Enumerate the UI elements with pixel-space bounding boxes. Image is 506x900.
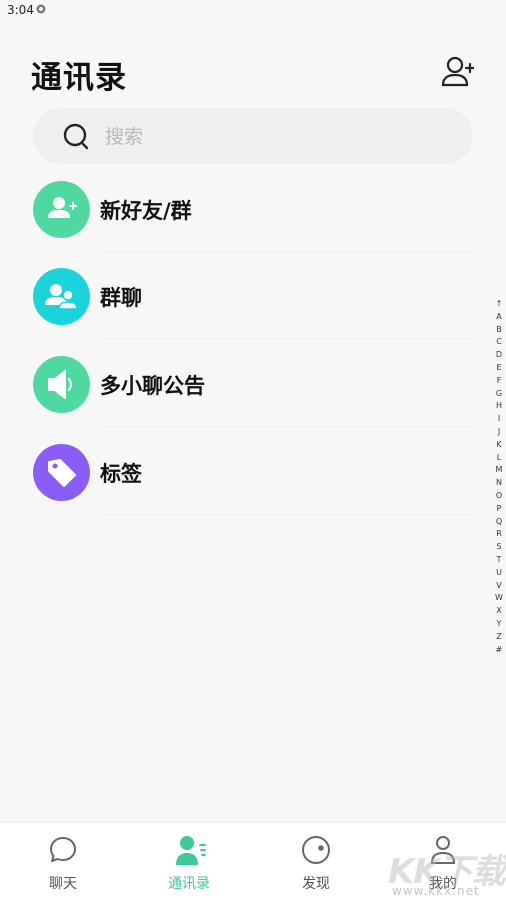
tag-icon: [48, 459, 76, 487]
alpha-index-letter[interactable]: X: [492, 605, 506, 618]
menu-item-new-friends[interactable]: 新好友/群: [0, 181, 480, 269]
chat-bubble-icon: [50, 837, 76, 862]
menu-item-tags[interactable]: 标签: [0, 444, 480, 532]
alphabet-index[interactable]: ↑ A B C D E F G H I J K L M N O P Q R S T U V W X Y Z #: [492, 298, 506, 656]
alpha-index-letter[interactable]: B: [492, 324, 506, 337]
menu-item-group-chats[interactable]: 群聊: [0, 268, 480, 356]
alpha-index-letter[interactable]: M: [492, 464, 506, 477]
tab-label: 我的: [429, 876, 457, 892]
menu-label-group-chats: 群聊: [100, 286, 142, 310]
add-user-icon: [441, 56, 476, 87]
menu-label-tags: 标签: [100, 462, 142, 486]
alpha-index-letter[interactable]: T: [492, 554, 506, 567]
alpha-index-letter[interactable]: I: [492, 413, 506, 426]
search-icon: [63, 123, 89, 150]
tab-chat[interactable]: 聊天: [0, 823, 126, 900]
divider: [100, 251, 472, 252]
shield-icon: [36, 4, 46, 14]
add-contact-button[interactable]: [440, 55, 476, 89]
alpha-index-letter[interactable]: W: [492, 592, 506, 605]
tab-discover[interactable]: 发现: [253, 823, 379, 900]
alpha-index-letter[interactable]: A: [492, 311, 506, 324]
status-bar: 3:04: [0, 0, 506, 22]
alpha-index-letter[interactable]: F: [492, 375, 506, 388]
discover-icon: [302, 836, 330, 864]
new-friends-avatar: [33, 181, 90, 238]
divider: [100, 514, 472, 515]
search-input[interactable]: [103, 118, 437, 156]
alpha-index-letter[interactable]: L: [492, 452, 506, 465]
alpha-index-letter[interactable]: Z: [492, 631, 506, 644]
tab-label: 发现: [302, 876, 330, 892]
tags-avatar: [33, 444, 90, 501]
alpha-index-letter[interactable]: V: [492, 580, 506, 593]
add-friend-icon: [48, 197, 77, 218]
alpha-index-letter[interactable]: H: [492, 400, 506, 413]
alpha-index-letter[interactable]: J: [492, 426, 506, 439]
menu-item-announcements[interactable]: 多小聊公告: [0, 356, 480, 444]
bottom-tab-bar: 聊天 通讯录 发现 我的: [0, 822, 506, 900]
tab-contacts[interactable]: 通讯录: [126, 823, 252, 900]
contacts-icon: [176, 836, 206, 865]
profile-icon: [430, 836, 456, 864]
alpha-index-letter[interactable]: N: [492, 477, 506, 490]
divider: [100, 338, 472, 339]
divider: [100, 426, 472, 427]
tab-label: 聊天: [49, 876, 77, 892]
menu-label-new-friends: 新好友/群: [100, 199, 192, 223]
announcements-avatar: [33, 356, 90, 413]
alpha-index-letter[interactable]: D: [492, 349, 506, 362]
alpha-index-letter[interactable]: S: [492, 541, 506, 554]
group-chats-avatar: [33, 268, 90, 325]
group-icon: [45, 284, 78, 310]
alpha-index-letter[interactable]: U: [492, 567, 506, 580]
alpha-index-letter[interactable]: E: [492, 362, 506, 375]
alpha-index-letter[interactable]: ↑: [492, 298, 506, 311]
menu-label-announcements: 多小聊公告: [100, 374, 205, 398]
alpha-index-letter[interactable]: P: [492, 503, 506, 516]
alpha-index-letter[interactable]: R: [492, 528, 506, 541]
alpha-index-letter[interactable]: C: [492, 336, 506, 349]
alpha-index-letter[interactable]: Q: [492, 516, 506, 529]
alpha-index-letter[interactable]: Y: [492, 618, 506, 631]
alpha-index-letter[interactable]: K: [492, 439, 506, 452]
status-time: 3:04: [7, 3, 34, 17]
tab-profile[interactable]: 我的: [380, 823, 506, 900]
alpha-index-letter[interactable]: #: [492, 644, 506, 657]
tab-label: 通讯录: [168, 876, 210, 892]
alpha-index-letter[interactable]: O: [492, 490, 506, 503]
search-bar[interactable]: [33, 108, 473, 164]
page-title: 通讯录: [31, 60, 127, 96]
speaker-icon: [48, 370, 73, 399]
alpha-index-letter[interactable]: G: [492, 388, 506, 401]
